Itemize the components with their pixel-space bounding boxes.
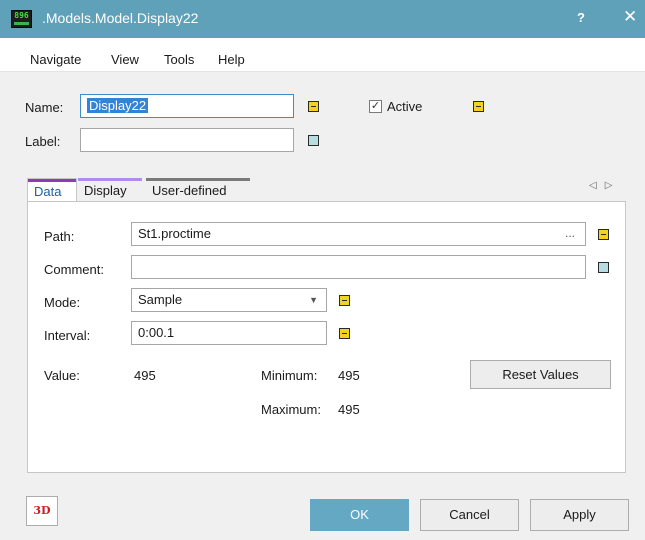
path-label: Path:: [44, 229, 75, 244]
interval-inherit-indicator-icon[interactable]: [339, 328, 350, 339]
title-bar: 896 .Models.Model.Display22 ? ✕: [0, 0, 645, 38]
path-input[interactable]: St1.proctime ...: [131, 222, 586, 246]
menu-navigate[interactable]: Navigate: [30, 52, 81, 67]
tab-scroll: ◁▷: [589, 180, 620, 191]
app-icon-text: 896: [14, 11, 29, 20]
tab-display[interactable]: Display: [78, 178, 142, 202]
comment-label: Comment:: [44, 262, 104, 277]
app-display-icon: 896: [11, 10, 32, 28]
name-label: Name:: [25, 100, 64, 115]
menu-tools[interactable]: Tools: [164, 52, 194, 67]
maximum-label: Maximum:: [261, 402, 321, 417]
name-inherit-indicator-icon[interactable]: [308, 101, 319, 112]
interval-input[interactable]: 0:00.1: [131, 321, 327, 345]
interval-input-value: 0:00.1: [138, 325, 175, 340]
tab-user-defined-label: User-defined: [152, 183, 227, 198]
chevron-down-icon: ▼: [309, 295, 318, 305]
path-inherit-indicator-icon[interactable]: [598, 229, 609, 240]
reset-values-button[interactable]: Reset Values: [470, 360, 611, 389]
tab-data[interactable]: Data: [27, 178, 77, 202]
tab-data-label: Data: [34, 184, 62, 199]
mode-select[interactable]: Sample ▼: [131, 288, 327, 312]
menu-view[interactable]: View: [111, 52, 139, 67]
label-input[interactable]: [80, 128, 294, 152]
name-input-value: Display22: [87, 98, 149, 113]
label-label: Label:: [25, 134, 61, 149]
tab-scroll-right-icon[interactable]: ▷: [605, 180, 621, 191]
path-browse-button[interactable]: ...: [565, 225, 575, 241]
mode-inherit-indicator-icon[interactable]: [339, 295, 350, 306]
active-inherit-indicator-icon[interactable]: [473, 101, 484, 112]
active-label[interactable]: Active: [387, 99, 422, 114]
mode-label: Mode:: [44, 295, 81, 310]
window-title: .Models.Model.Display22: [42, 10, 199, 26]
apply-button[interactable]: Apply: [530, 499, 629, 531]
path-input-value: St1.proctime: [138, 226, 211, 241]
tab-user-defined[interactable]: User-defined: [146, 178, 250, 202]
value-readout: 495: [134, 368, 156, 383]
3d-button[interactable]: 3D: [26, 496, 58, 526]
close-button[interactable]: ✕: [623, 7, 637, 27]
tab-display-label: Display: [84, 183, 127, 198]
tab-scroll-left-icon[interactable]: ◁: [589, 180, 605, 191]
name-input[interactable]: Display22: [80, 94, 294, 118]
value-label: Value:: [44, 368, 80, 383]
ok-button[interactable]: OK: [310, 499, 409, 531]
comment-input[interactable]: [131, 255, 586, 279]
label-inherit-indicator-icon[interactable]: [308, 135, 319, 146]
mode-select-value: Sample: [138, 292, 183, 307]
minimum-label: Minimum:: [261, 368, 318, 383]
active-checkbox[interactable]: ✓: [369, 100, 382, 113]
comment-inherit-indicator-icon[interactable]: [598, 262, 609, 273]
maximum-readout: 495: [338, 402, 360, 417]
menu-help[interactable]: Help: [218, 52, 245, 67]
cancel-button[interactable]: Cancel: [420, 499, 519, 531]
help-button[interactable]: ?: [577, 10, 585, 25]
interval-label: Interval:: [44, 328, 91, 343]
menu-bar: Navigate View Tools Help: [0, 38, 645, 72]
minimum-readout: 495: [338, 368, 360, 383]
